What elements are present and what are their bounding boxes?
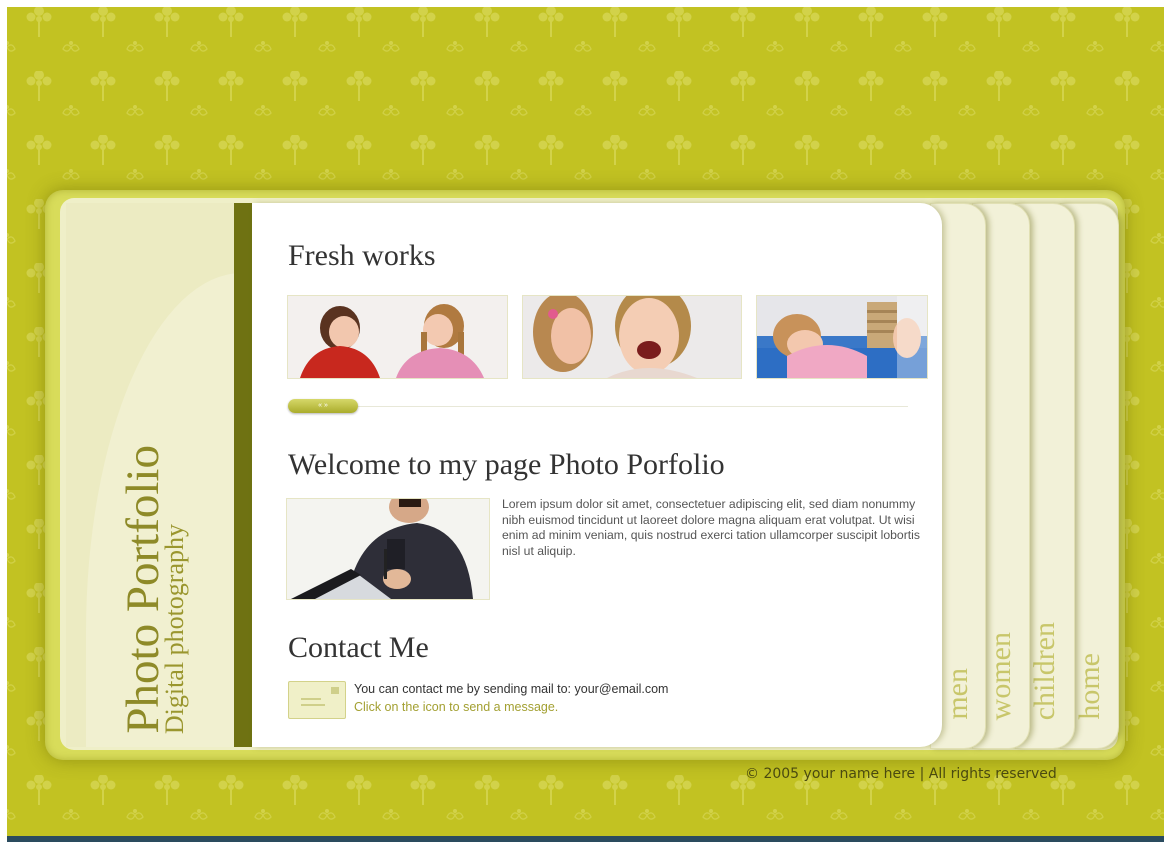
tab-home-label: home [1072, 653, 1106, 720]
man-writing-photo [287, 499, 489, 599]
fresh-work-thumb-2[interactable] [522, 295, 742, 379]
fresh-work-thumb-1[interactable] [287, 295, 508, 379]
content-area: Fresh works « » Welcome to my page Photo… [252, 203, 942, 747]
welcome-body-text: Lorem ipsum dolor sit amet, consectetuer… [502, 497, 920, 558]
mail-icon[interactable] [288, 681, 346, 719]
mail-stamp [331, 687, 339, 694]
laughing-girl-photo [523, 296, 741, 378]
fresh-works-heading: Fresh works [288, 239, 436, 272]
slider-track [288, 406, 908, 407]
two-girls-photo [288, 296, 507, 378]
sleeping-girl-photo [757, 296, 927, 378]
mail-line-1 [301, 698, 321, 700]
welcome-photo [286, 498, 490, 600]
footer-copyright: © 2005 your name here | All rights reser… [745, 766, 1057, 782]
bottom-border [7, 836, 1164, 842]
contact-heading: Contact Me [288, 631, 429, 664]
welcome-heading: Welcome to my page Photo Porfolio [288, 448, 725, 481]
top-strip [0, 0, 1164, 7]
slider-arrows-button[interactable]: « » [288, 399, 358, 413]
tab-children-label: children [1028, 621, 1061, 720]
panel-divider [234, 203, 252, 747]
site-subtitle: Digital photography [160, 523, 189, 734]
tab-women-label: women [984, 631, 1017, 720]
fresh-work-thumb-3[interactable] [756, 295, 928, 379]
mail-line-2 [301, 704, 325, 706]
contact-email-text: You can contact me by sending mail to: y… [354, 682, 669, 696]
contact-hint-text: Click on the icon to send a message. [354, 700, 559, 714]
tab-men-label: men [941, 668, 974, 720]
